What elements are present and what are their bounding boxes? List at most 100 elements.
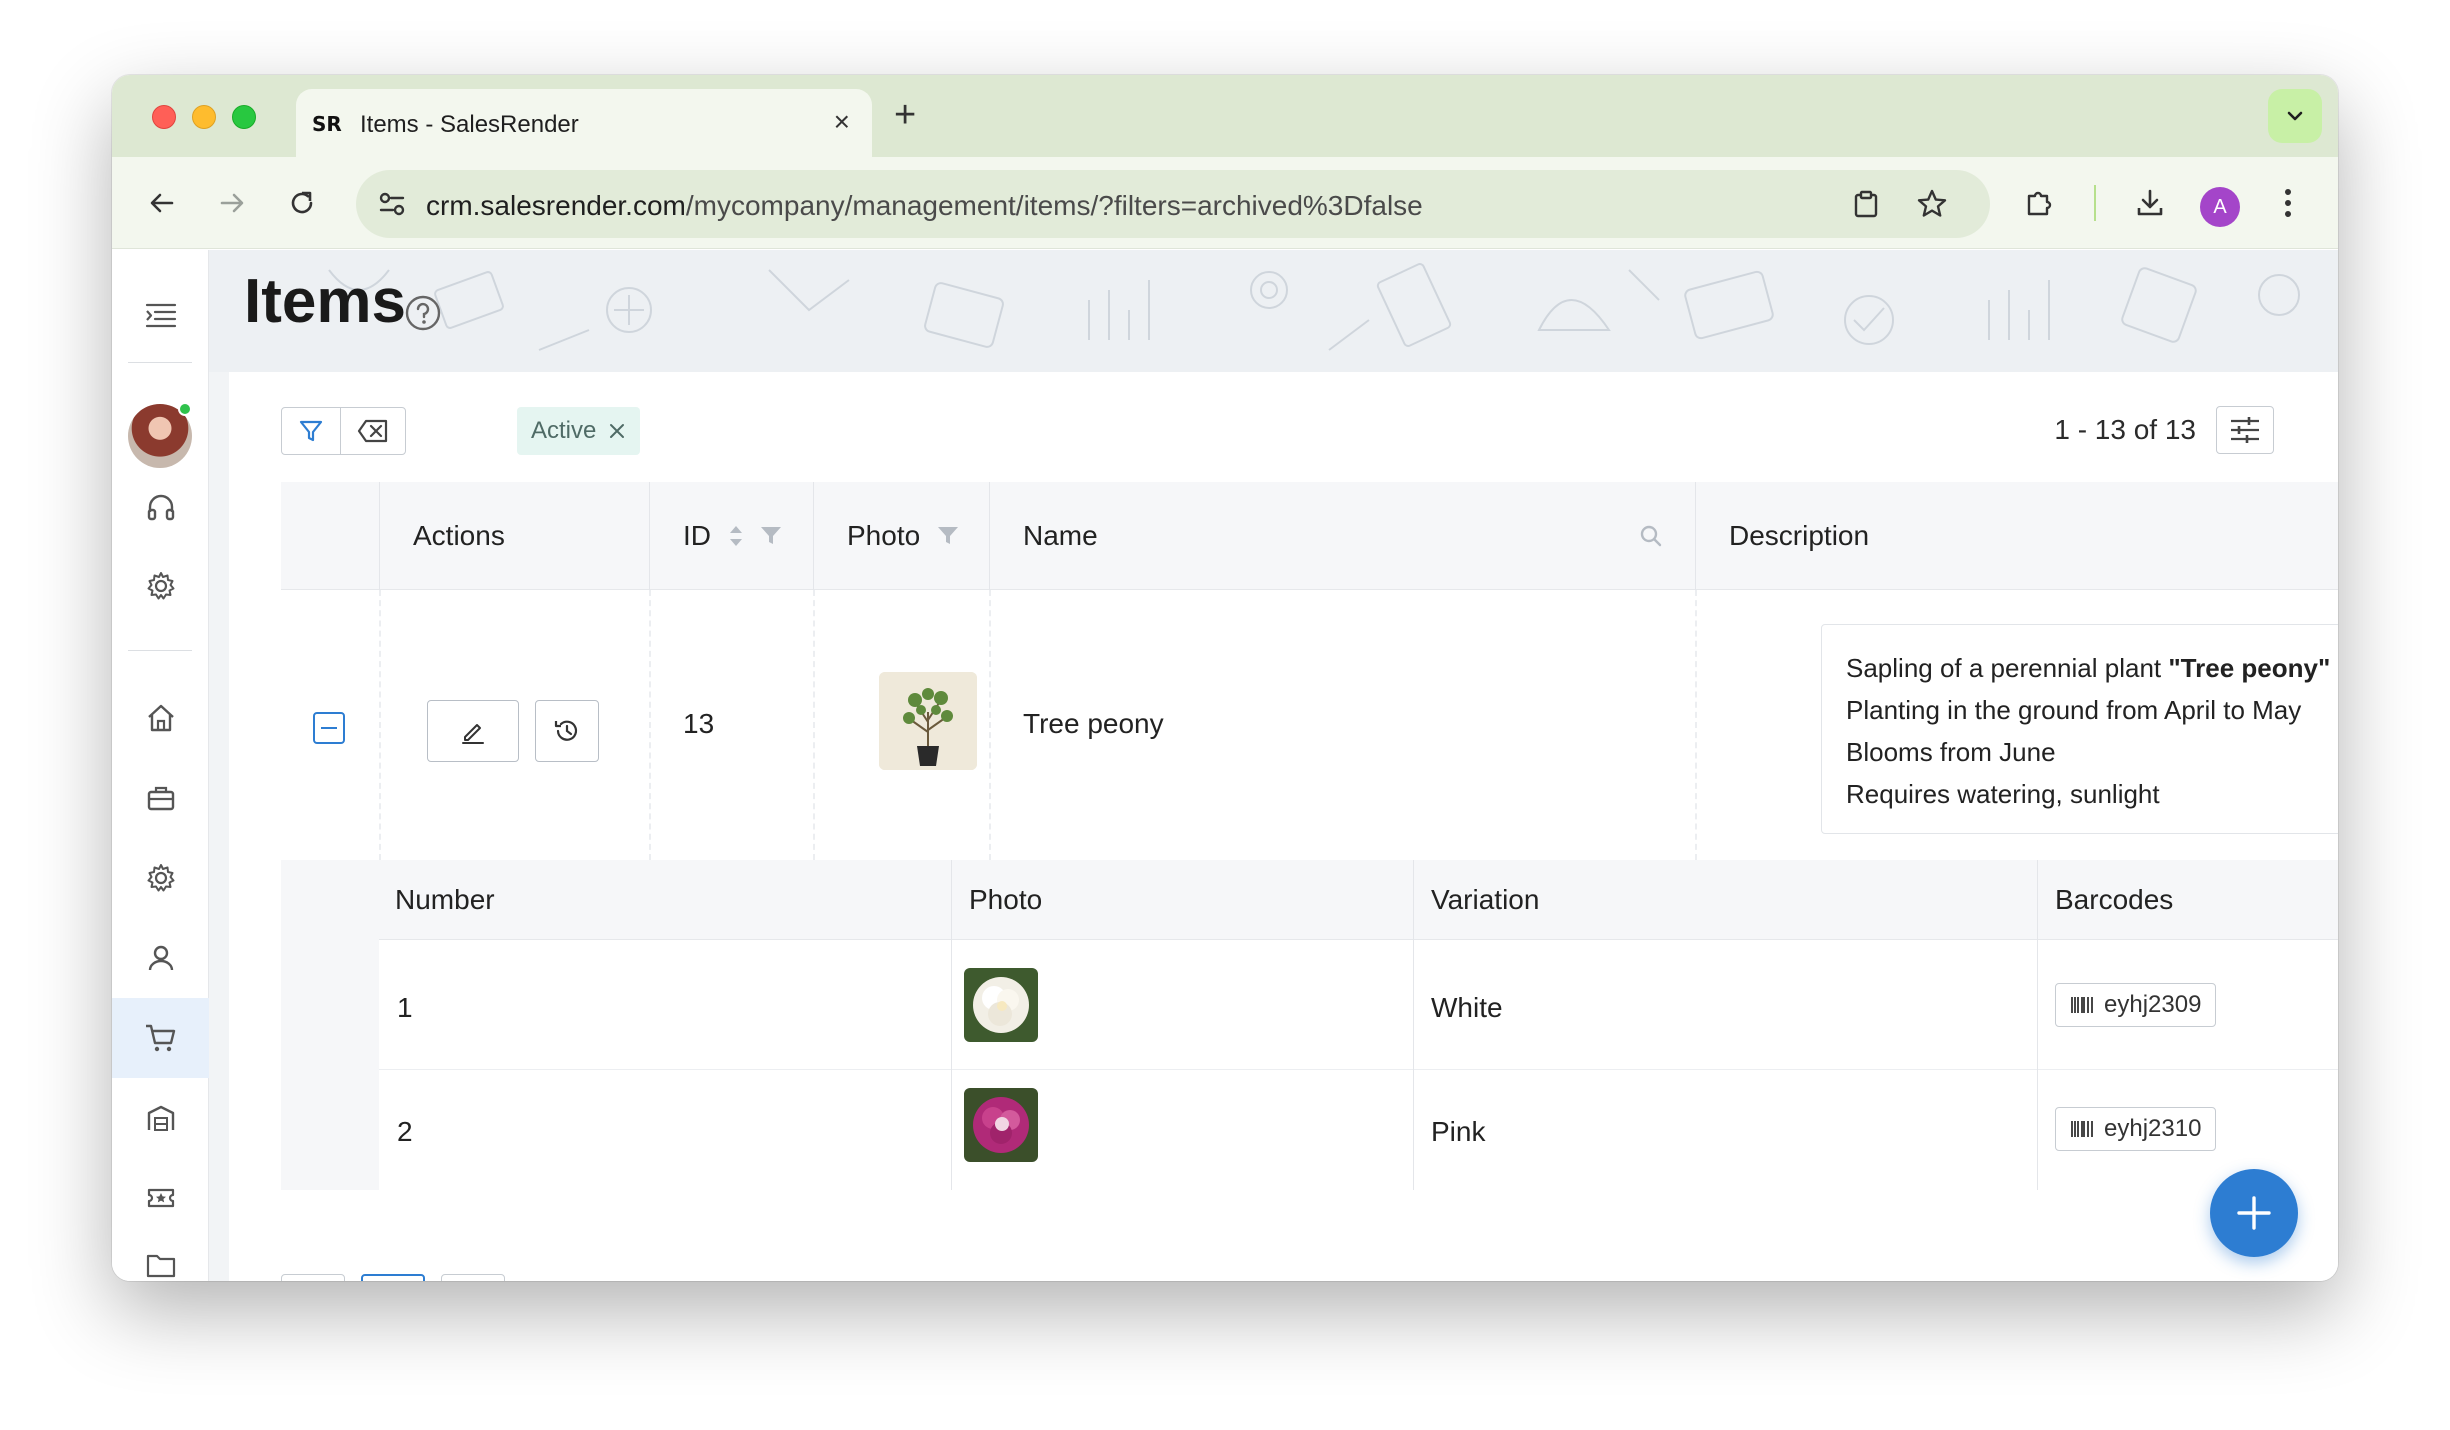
sidebar-divider: [128, 650, 192, 651]
column-divider: [379, 482, 380, 590]
barcode-badge: eyhj2310: [2055, 1107, 2217, 1151]
bookmark-star-icon[interactable]: [1910, 182, 1954, 226]
table-header: Actions ID Photo Name Description: [281, 482, 2338, 590]
add-item-button[interactable]: [2210, 1169, 2298, 1257]
description-line: Requires watering, sunlight: [1846, 779, 2160, 809]
variations-subtable: Number Photo Variation Barcodes 1 White …: [281, 860, 2338, 1190]
forward-icon[interactable]: [210, 181, 254, 225]
item-id: 13: [683, 708, 715, 739]
column-divider: [1413, 860, 1414, 940]
barcode-badge: eyhj2309: [2055, 983, 2217, 1027]
barcode-icon: [2071, 1121, 2093, 1137]
column-divider: [1413, 940, 1414, 1070]
site-settings-icon[interactable]: [370, 182, 414, 226]
next-page-button[interactable]: [441, 1274, 505, 1281]
column-header-number: Number: [395, 884, 495, 915]
app-area: Items Active 1 - 13 of 13 Actions ID Pho…: [112, 250, 2338, 1281]
ticket-icon[interactable]: [112, 1158, 209, 1238]
minimize-window-button[interactable]: [192, 105, 216, 129]
plus-icon: [2237, 1196, 2271, 1230]
user-settings-gear-icon[interactable]: [112, 546, 209, 626]
new-tab-icon[interactable]: +: [894, 95, 916, 135]
variation-name: White: [1431, 992, 1503, 1023]
toolbar-divider: [2094, 185, 2096, 221]
column-header-id[interactable]: ID: [683, 482, 783, 590]
history-button[interactable]: [535, 700, 599, 762]
home-icon[interactable]: [112, 678, 209, 758]
column-filter-icon[interactable]: [936, 525, 960, 547]
column-divider: [1413, 1070, 1414, 1190]
tab-search-button[interactable]: [2268, 89, 2322, 143]
download-icon[interactable]: [2128, 181, 2172, 225]
description-line: Planting in the ground from April to May: [1846, 695, 2302, 725]
column-search-icon[interactable]: [1639, 524, 1663, 548]
column-filter-icon[interactable]: [759, 525, 783, 547]
column-divider: [1695, 482, 1696, 590]
filter-icon: [299, 420, 323, 442]
filter-button[interactable]: [281, 407, 341, 455]
description-line: Blooms from June: [1846, 737, 2056, 767]
description-line: Sapling of a perennial plant "Tree peony…: [1846, 653, 2331, 683]
browser-tab[interactable]: SR Items - SalesRender ×: [296, 89, 872, 157]
close-window-button[interactable]: [152, 105, 176, 129]
online-status-dot: [178, 402, 192, 416]
variation-row: 1 White eyhj2309: [379, 940, 2338, 1070]
items-panel: Active 1 - 13 of 13 Actions ID Photo Nam…: [229, 372, 2338, 1281]
variation-photo[interactable]: [964, 1088, 1038, 1162]
browser-toolbar: crm.salesrender.com/mycompany/management…: [112, 157, 2338, 249]
cell-divider: [649, 590, 651, 860]
help-icon[interactable]: [404, 294, 442, 332]
extensions-icon[interactable]: [2018, 181, 2062, 225]
table-row: 13 Tree peony Sapling of a perennial pla…: [281, 590, 2338, 860]
item-name: Tree peony: [1023, 708, 1164, 739]
sort-icon[interactable]: [725, 521, 747, 551]
tab-title: Items - SalesRender: [360, 111, 579, 138]
prev-page-button[interactable]: [281, 1274, 345, 1281]
column-header-description: Description: [1729, 520, 1870, 551]
sidebar-divider: [128, 362, 192, 363]
back-icon[interactable]: [140, 181, 184, 225]
cell-divider: [1695, 590, 1697, 860]
column-header-photo[interactable]: Photo: [847, 482, 960, 590]
clear-filter-icon: [357, 419, 388, 443]
pencil-icon: [462, 724, 484, 744]
page-number-button[interactable]: 1: [361, 1274, 425, 1281]
column-settings-button[interactable]: [2216, 406, 2274, 454]
cell-divider: [813, 590, 815, 860]
clear-filters-button[interactable]: [340, 407, 406, 455]
column-divider: [813, 482, 814, 590]
settings-gear-icon[interactable]: [112, 838, 209, 918]
sidebar: [112, 250, 209, 1281]
edit-button[interactable]: [427, 700, 519, 762]
cell-divider: [989, 590, 991, 860]
column-header-barcodes: Barcodes: [2055, 884, 2174, 915]
column-divider: [951, 860, 952, 940]
cell-divider: [379, 590, 381, 860]
tab-close-icon[interactable]: ×: [834, 107, 850, 137]
profile-avatar[interactable]: A: [2200, 187, 2240, 227]
reload-icon[interactable]: [280, 181, 324, 225]
column-divider: [2037, 860, 2038, 940]
cart-icon[interactable]: [112, 998, 209, 1078]
remove-filter-icon[interactable]: [608, 422, 626, 440]
warehouse-icon[interactable]: [112, 1078, 209, 1158]
address-bar[interactable]: crm.salesrender.com/mycompany/management…: [356, 170, 1990, 238]
column-header-variation: Variation: [1431, 884, 1540, 915]
column-divider: [649, 482, 650, 590]
folder-icon[interactable]: [112, 1238, 209, 1281]
variation-number: 1: [397, 992, 413, 1023]
collapse-row-toggle[interactable]: [313, 712, 345, 744]
variation-photo[interactable]: [964, 968, 1038, 1042]
favicon-icon: SR: [312, 112, 342, 136]
active-filter-label: Active: [531, 417, 597, 444]
kebab-menu-icon[interactable]: [2266, 181, 2310, 225]
clipboard-icon[interactable]: [1844, 182, 1888, 226]
menu-toggle-icon[interactable]: [112, 276, 209, 356]
maximize-window-button[interactable]: [232, 105, 256, 129]
active-filter-chip: Active: [517, 407, 641, 455]
item-photo[interactable]: [879, 672, 977, 770]
column-header-actions: Actions: [413, 520, 505, 551]
briefcase-icon[interactable]: [112, 758, 209, 838]
headset-icon[interactable]: [112, 468, 209, 548]
user-icon[interactable]: [112, 918, 209, 998]
